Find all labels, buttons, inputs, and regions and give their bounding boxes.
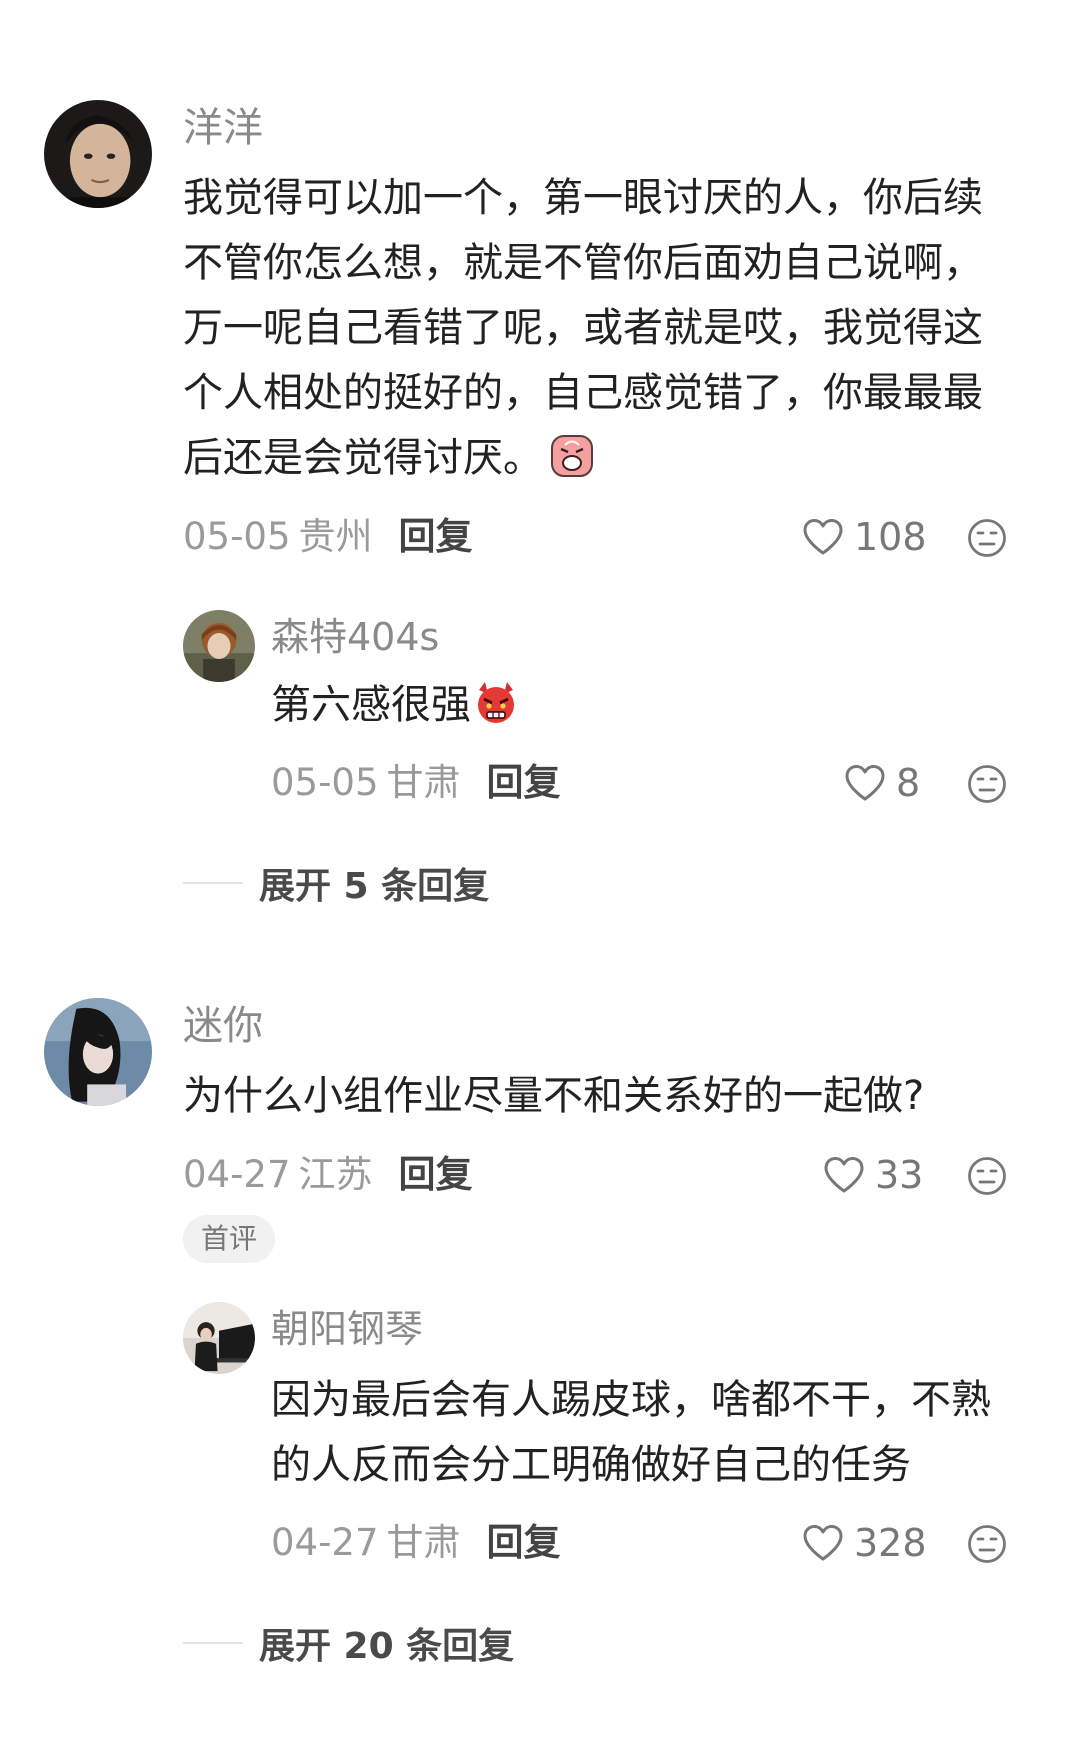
heart-outline-icon [845, 765, 885, 801]
like-count: 108 [854, 515, 927, 559]
comment-line-text: 后还是会觉得讨厌。 [183, 435, 543, 481]
like-count: 8 [896, 761, 921, 805]
reply-avatar[interactable] [183, 1302, 255, 1374]
first-comment-badge: 首评 [183, 1215, 276, 1263]
dislike-button[interactable] [967, 1156, 1007, 1196]
comment-location: 江苏 [298, 1153, 373, 1196]
reply-line: 因为最后会有人踢皮球，啥都不干，不熟 [271, 1377, 991, 1423]
reply-username[interactable]: 森特404s [271, 614, 439, 660]
meh-face-icon [968, 1525, 1006, 1563]
heart-outline-icon [803, 1525, 843, 1561]
reply-line-text: 第六感很强 [271, 682, 471, 728]
reply-location: 甘肃 [386, 1521, 461, 1564]
angry-devil-face-emoji [473, 680, 519, 726]
like-button[interactable]: 108 [802, 514, 927, 560]
comment-line: 不管你怎么想，就是不管你后面劝自己说啊， [183, 240, 983, 286]
like-button[interactable]: 8 [844, 760, 920, 806]
like-count: 328 [854, 1521, 927, 1565]
reply-meta: 05-05 甘肃 回复 [271, 760, 561, 806]
reply-location: 甘肃 [386, 761, 461, 804]
reply-date: 05-05 [271, 761, 379, 804]
comment-date: 04-27 [183, 1153, 291, 1196]
like-button[interactable]: 33 [823, 1152, 923, 1198]
comment-username[interactable]: 洋洋 [183, 104, 263, 152]
comment-line: 万一呢自己看错了呢，或者就是哎，我觉得这 [183, 305, 983, 351]
comment-line: 为什么小组作业尽量不和关系好的一起做? [183, 1073, 925, 1119]
comment-text: 为什么小组作业尽量不和关系好的一起做? [183, 1064, 924, 1129]
reply-avatar[interactable] [183, 610, 255, 682]
comment-text: 我觉得可以加一个，第一眼讨厌的人，你后续 不管你怎么想，就是不管你后面劝自己说啊… [183, 166, 983, 491]
expand-replies-label: 展开 20 条回复 [259, 1626, 515, 1667]
heart-outline-icon [803, 519, 843, 555]
divider [183, 1642, 243, 1644]
reply-text: 第六感很强 [271, 673, 519, 738]
expand-replies-button[interactable]: 展开 5 条回复 [183, 860, 490, 907]
comment-date: 05-05 [183, 515, 291, 558]
dislike-button[interactable] [967, 518, 1007, 558]
heart-outline-icon [824, 1157, 864, 1193]
reply-date: 04-27 [271, 1521, 379, 1564]
comment-line-last: 后还是会觉得讨厌。 [183, 426, 983, 491]
comment-meta: 04-27 江苏 回复 [183, 1152, 473, 1198]
comment-location: 贵州 [298, 515, 373, 558]
like-button[interactable]: 328 [802, 1520, 927, 1566]
expand-replies-button[interactable]: 展开 20 条回复 [183, 1620, 515, 1667]
comment-line: 我觉得可以加一个，第一眼讨厌的人，你后续 [183, 175, 983, 221]
crying-face-emoji [549, 433, 595, 479]
reply-meta: 04-27 甘肃 回复 [271, 1520, 561, 1566]
comment-username[interactable]: 迷你 [183, 1002, 263, 1050]
meh-face-icon [968, 765, 1006, 803]
expand-replies-label: 展开 5 条回复 [259, 866, 490, 907]
comment-meta: 05-05 贵州 回复 [183, 514, 473, 560]
like-count: 33 [875, 1153, 924, 1197]
reply-line: 的人反而会分工明确做好自己的任务 [271, 1442, 911, 1488]
comment-list: 洋洋 我觉得可以加一个，第一眼讨厌的人，你后续 不管你怎么想，就是不管你后面劝自… [0, 0, 1080, 1759]
comment-line: 个人相处的挺好的，自己感觉错了，你最最最 [183, 370, 983, 416]
dislike-button[interactable] [967, 764, 1007, 804]
meh-face-icon [968, 1157, 1006, 1195]
reply-line: 第六感很强 [271, 673, 519, 738]
reply-button[interactable]: 回复 [487, 1521, 561, 1564]
reply-text: 因为最后会有人踢皮球，啥都不干，不熟 的人反而会分工明确做好自己的任务 [271, 1368, 991, 1498]
avatar[interactable] [44, 100, 152, 208]
reply-button[interactable]: 回复 [399, 1153, 473, 1196]
meh-face-icon [968, 519, 1006, 557]
reply-username[interactable]: 朝阳钢琴 [271, 1306, 423, 1352]
divider [183, 882, 243, 884]
avatar[interactable] [44, 998, 152, 1106]
reply-button[interactable]: 回复 [487, 761, 561, 804]
reply-button[interactable]: 回复 [399, 515, 473, 558]
dislike-button[interactable] [967, 1524, 1007, 1564]
